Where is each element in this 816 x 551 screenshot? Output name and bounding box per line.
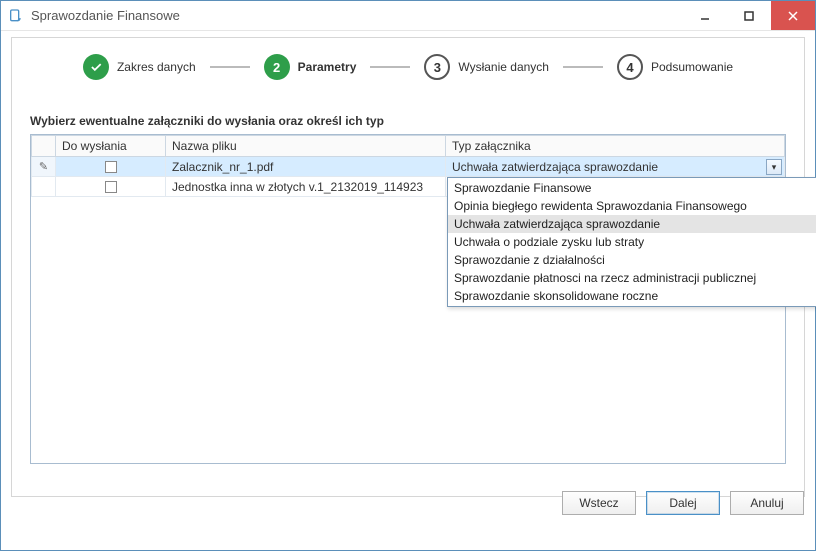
dropdown-item[interactable]: Sprawozdanie z działalności [448,251,816,269]
step-2-number: 2 [264,54,290,80]
send-checkbox[interactable] [105,181,117,193]
table-row[interactable]: ✎ Zalacznik_nr_1.pdf Uchwała zatwierdzaj… [32,157,785,177]
window-title: Sprawozdanie Finansowe [31,8,683,23]
dropdown-item[interactable]: Sprawozdanie skonsolidowane roczne [448,287,816,305]
cell-send[interactable] [56,177,166,197]
cell-type[interactable]: Uchwała zatwierdzająca sprawozdanie ▾ [446,157,785,177]
cell-type-text: Uchwała zatwierdzająca sprawozdanie [452,160,658,174]
close-button[interactable] [771,1,815,30]
step-3-label: Wysłanie danych [458,60,549,74]
next-button[interactable]: Dalej [646,491,720,515]
step-2-label: Parametry [298,60,357,74]
dropdown-item[interactable]: Uchwała zatwierdzająca sprawozdanie [448,215,816,233]
cell-send[interactable] [56,157,166,177]
minimize-button[interactable] [683,1,727,30]
step-2: 2 Parametry [264,54,357,80]
step-4-number: 4 [617,54,643,80]
pencil-icon: ✎ [39,160,48,173]
col-marker-header [32,136,56,157]
app-icon [7,7,25,25]
step-4-label: Podsumowanie [651,60,733,74]
step-1: Zakres danych [83,54,196,80]
dropdown-item[interactable]: Sprawozdanie płatnosci na rzecz administ… [448,269,816,287]
step-separator [210,66,250,68]
row-marker [32,177,56,197]
attachments-grid: Do wysłania Nazwa pliku Typ załącznika ✎… [30,134,786,464]
footer-buttons: Wstecz Dalej Anuluj [562,491,804,515]
maximize-button[interactable] [727,1,771,30]
section-title: Wybierz ewentualne załączniki do wysłani… [30,114,786,128]
dropdown-item[interactable]: Uchwała o podziale zysku lub straty [448,233,816,251]
wizard-panel: Zakres danych 2 Parametry 3 Wysłanie dan… [11,37,805,497]
cancel-button[interactable]: Anuluj [730,491,804,515]
step-1-label: Zakres danych [117,60,196,74]
col-send-header[interactable]: Do wysłania [56,136,166,157]
dropdown-item[interactable]: Opinia biegłego rewidenta Sprawozdania F… [448,197,816,215]
step-separator [370,66,410,68]
titlebar: Sprawozdanie Finansowe [1,1,815,31]
cell-filename[interactable]: Zalacznik_nr_1.pdf [166,157,446,177]
cell-filename[interactable]: Jednostka inna w złotych v.1_2132019_114… [166,177,446,197]
wizard-steps: Zakres danych 2 Parametry 3 Wysłanie dan… [30,54,786,80]
dropdown-item[interactable]: Sprawozdanie Finansowe [448,179,816,197]
step-separator [563,66,603,68]
step-1-done-icon [83,54,109,80]
dropdown-toggle[interactable]: ▾ [766,159,782,175]
back-button[interactable]: Wstecz [562,491,636,515]
step-3: 3 Wysłanie danych [424,54,549,80]
col-name-header[interactable]: Nazwa pliku [166,136,446,157]
row-edit-marker: ✎ [32,157,56,177]
step-4: 4 Podsumowanie [617,54,733,80]
send-checkbox[interactable] [105,161,117,173]
type-dropdown[interactable]: Sprawozdanie Finansowe Opinia biegłego r… [447,177,816,307]
col-type-header[interactable]: Typ załącznika [446,136,785,157]
step-3-number: 3 [424,54,450,80]
